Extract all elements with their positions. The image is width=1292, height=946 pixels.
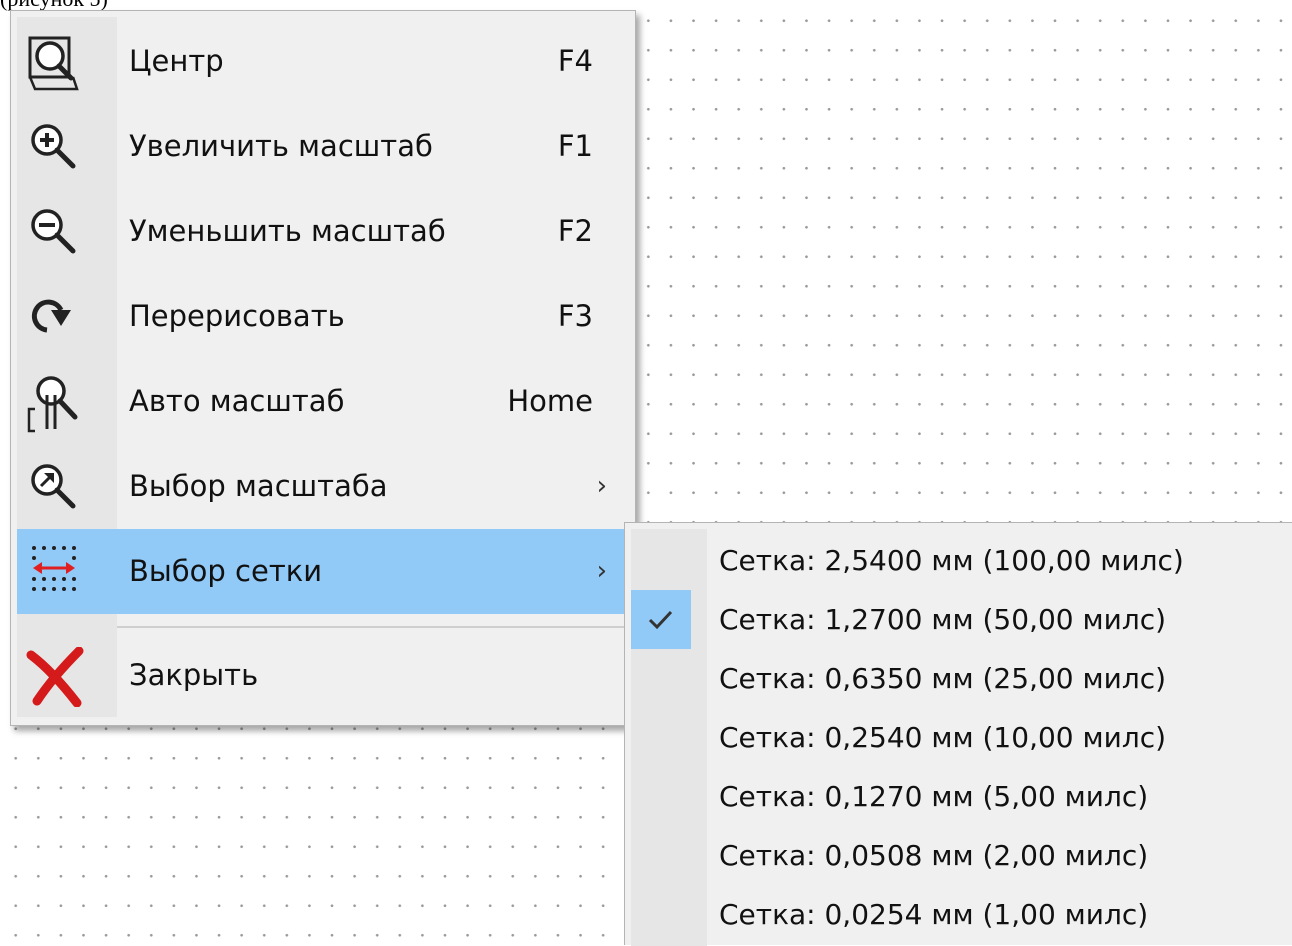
checkmark-icon <box>648 610 673 630</box>
checkmark-cell <box>631 826 691 885</box>
checkmark-cell <box>631 885 691 944</box>
menu-item-center[interactable]: Центр F4 <box>17 19 629 104</box>
zoom-out-icon <box>31 209 76 254</box>
zoom-select-icon <box>31 464 76 509</box>
grid-option[interactable]: Сетка: 0,1270 мм (5,00 милс) <box>631 767 1292 826</box>
grid-option[interactable]: Сетка: 0,2540 мм (10,00 милс) <box>631 708 1292 767</box>
grid-option[interactable]: Сетка: 0,0254 мм (1,00 милс) <box>631 885 1292 944</box>
menu-item-close[interactable]: Закрыть <box>17 633 629 718</box>
menu-item-label: Выбор масштаба <box>129 469 388 503</box>
menu-item-label: Увеличить масштаб <box>129 129 433 163</box>
menu-item-redraw[interactable]: Перерисовать F3 <box>17 274 629 359</box>
menu-item-label: Перерисовать <box>129 299 345 333</box>
menu-item-shortcut: F1 <box>557 129 593 163</box>
checkmark-cell <box>631 767 691 826</box>
menu-separator <box>117 626 625 628</box>
checkmark-cell <box>631 649 691 708</box>
context-menu: Центр F4 Увеличить масштаб F1 Уменьшить … <box>10 10 636 726</box>
submenu-arrow: › <box>596 471 607 501</box>
menu-item-label: Выбор сетки <box>129 554 323 588</box>
grid-select-icon <box>32 546 76 591</box>
menu-item-zoom-in[interactable]: Увеличить масштаб F1 <box>17 104 629 189</box>
menu-item-shortcut: F3 <box>557 299 593 333</box>
grid-option[interactable]: Сетка: 2,5400 мм (100,00 милс) <box>631 531 1292 590</box>
grid-option-label: Сетка: 0,0508 мм (2,00 милс) <box>719 839 1149 872</box>
grid-option[interactable]: Сетка: 0,0508 мм (2,00 милс) <box>631 826 1292 885</box>
menu-item-zoom-out[interactable]: Уменьшить масштаб F2 <box>17 189 629 274</box>
close-icon <box>26 647 84 707</box>
grid-option[interactable]: Сетка: 0,6350 мм (25,00 милс) <box>631 649 1292 708</box>
menu-item-zoom-auto[interactable]: Авто масштаб Home <box>17 359 629 444</box>
redraw-icon <box>31 299 71 333</box>
zoom-auto-icon <box>27 376 78 433</box>
grid-submenu: Сетка: 2,5400 мм (100,00 милс) Сетка: 1,… <box>624 522 1292 946</box>
grid-option-label: Сетка: 0,2540 мм (10,00 милс) <box>719 721 1167 754</box>
grid-option-label: Сетка: 2,5400 мм (100,00 милс) <box>719 544 1184 577</box>
grid-option-selected[interactable]: Сетка: 1,2700 мм (50,00 милс) <box>631 590 1292 649</box>
menu-item-shortcut: F2 <box>557 214 593 248</box>
grid-option-label: Сетка: 0,1270 мм (5,00 милс) <box>719 780 1149 813</box>
checkmark-cell <box>631 590 691 649</box>
menu-item-label: Центр <box>129 44 224 78</box>
grid-option-label: Сетка: 0,6350 мм (25,00 милс) <box>719 662 1167 695</box>
menu-item-label: Уменьшить масштаб <box>129 214 446 248</box>
menu-item-zoom-select[interactable]: Выбор масштаба › <box>17 444 629 529</box>
checkmark-cell <box>631 531 691 590</box>
menu-item-label: Авто масштаб <box>129 384 345 418</box>
checkmark-cell <box>631 708 691 767</box>
grid-option-label: Сетка: 1,2700 мм (50,00 милс) <box>719 603 1167 636</box>
menu-item-grid-select[interactable]: Выбор сетки › <box>17 529 629 614</box>
menu-item-shortcut: F4 <box>557 44 593 78</box>
menu-item-shortcut: Home <box>507 384 593 418</box>
submenu-arrow: › <box>596 556 607 586</box>
menu-item-label: Закрыть <box>129 658 259 692</box>
zoom-center-icon <box>28 36 79 91</box>
grid-option-label: Сетка: 0,0254 мм (1,00 милс) <box>719 898 1149 931</box>
zoom-in-icon <box>31 124 76 169</box>
